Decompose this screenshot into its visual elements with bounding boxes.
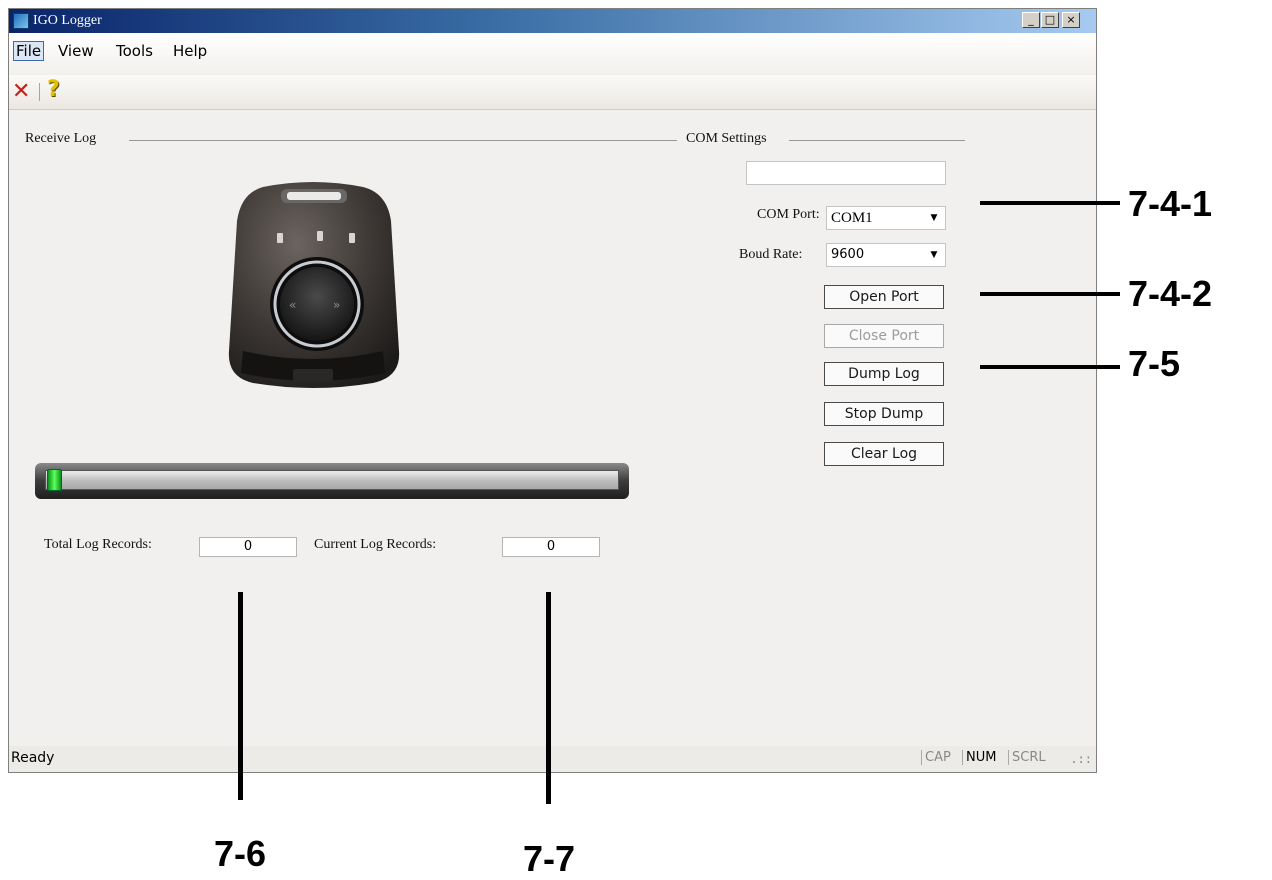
main-window: IGO Logger _ □ × File View Tools Help ✕ … [8,8,1097,773]
stop-dump-button[interactable]: Stop Dump [824,402,944,426]
chevron-down-icon[interactable]: ▼ [926,207,942,229]
callout-line-7-6 [238,592,243,800]
maximize-button[interactable]: □ [1041,12,1059,28]
clear-log-button[interactable]: Clear Log [824,442,944,466]
status-text: Ready [11,750,55,766]
menu-view[interactable]: View [56,42,96,60]
window-title: IGO Logger [33,13,102,28]
toolbar-separator [39,83,40,101]
scroll-lock-indicator: SCRL [1008,750,1046,765]
baud-rate-value: 9600 [831,247,865,262]
com-port-value: COM1 [831,210,873,226]
close-window-button[interactable]: × [1062,12,1080,28]
callout-line-7-4-1 [980,201,1120,205]
close-icon[interactable]: ✕ [12,81,30,103]
callout-7-6: 7-6 [214,833,267,874]
menu-tools[interactable]: Tools [114,42,155,60]
total-log-records-field: 0 [199,537,297,557]
progress-track [45,470,619,490]
menu-bar: File View Tools Help [9,33,1096,75]
progress-thumb [47,469,62,491]
minimize-button[interactable]: _ [1022,12,1040,28]
num-lock-indicator: NUM [962,750,996,765]
close-port-button[interactable]: Close Port [824,324,944,348]
callout-7-7: 7-7 [523,838,576,879]
log-progress-bar [35,463,629,499]
svg-text:»: » [333,298,340,312]
com-port-select[interactable]: COM1 ▼ [826,206,946,230]
help-icon[interactable]: ? [47,78,60,102]
toolbar: ✕ ? [9,75,1096,110]
baud-rate-label: Boud Rate: [739,247,803,262]
callout-line-7-4-2 [980,292,1120,296]
com-status-field[interactable] [746,161,946,185]
callout-7-4-2: 7-4-2 [1128,273,1213,314]
com-settings-label: COM Settings [686,131,771,147]
resize-grip-icon[interactable]: .:: [1070,752,1092,766]
open-port-button[interactable]: Open Port [824,285,944,309]
callout-line-7-7 [546,592,551,804]
receive-log-group-line [129,140,677,141]
chevron-down-icon[interactable]: ▼ [926,244,942,266]
callout-line-7-5 [980,365,1120,369]
callout-7-5: 7-5 [1128,343,1181,384]
baud-rate-select[interactable]: 9600 ▼ [826,243,946,267]
menu-help[interactable]: Help [171,42,209,60]
com-settings-group-line [789,140,965,141]
status-bar: Ready CAP NUM SCRL .:: [9,746,1096,772]
svg-text:«: « [289,298,296,312]
current-log-records-field: 0 [502,537,600,557]
app-icon [13,13,29,29]
receive-log-label: Receive Log [25,131,101,147]
dump-log-button[interactable]: Dump Log [824,362,944,386]
gps-logger-device-image: « » [228,182,400,388]
current-log-records-label: Current Log Records: [314,537,437,552]
caps-lock-indicator: CAP [921,750,951,765]
com-port-label: COM Port: [757,207,820,222]
menu-file[interactable]: File [13,41,45,61]
callout-7-4-1: 7-4-1 [1128,183,1213,224]
total-log-records-label: Total Log Records: [44,537,152,552]
title-bar[interactable]: IGO Logger _ □ × [9,9,1096,33]
